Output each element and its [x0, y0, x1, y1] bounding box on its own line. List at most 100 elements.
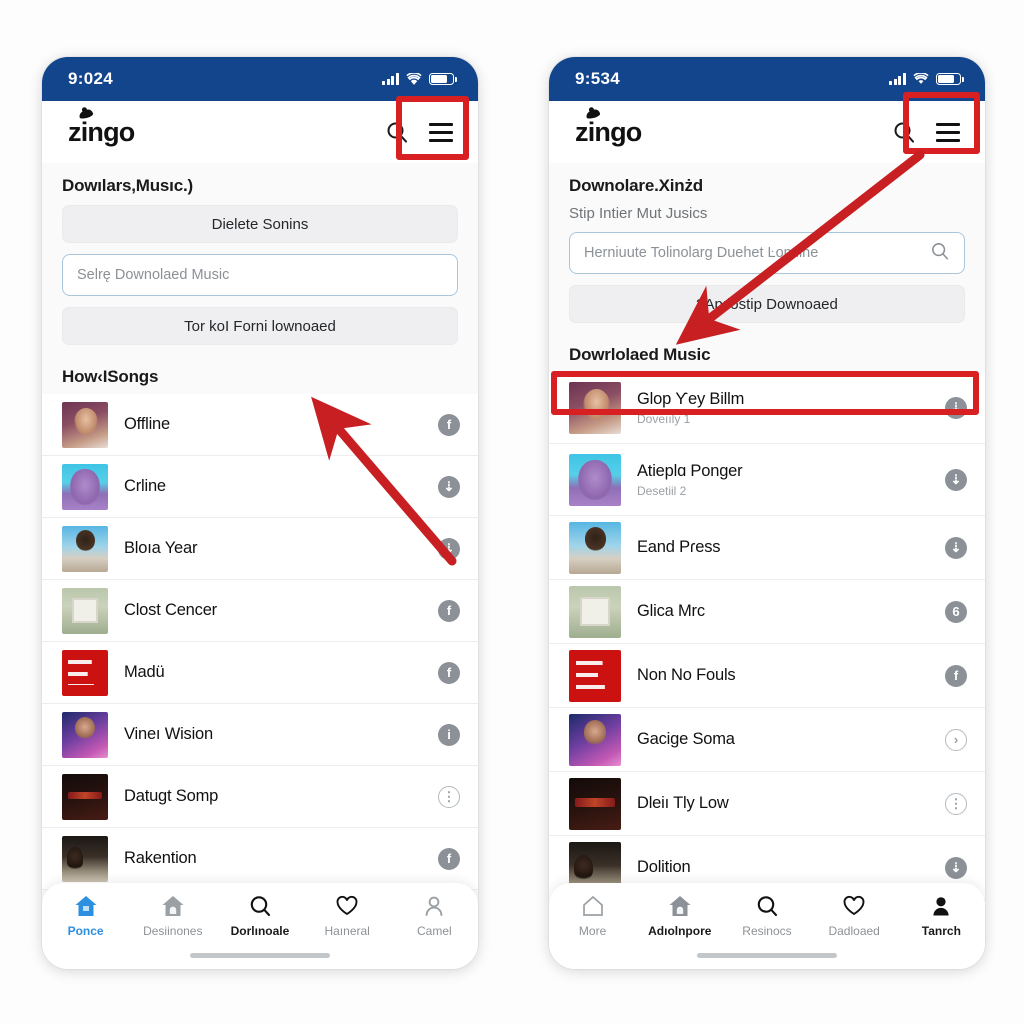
app-header-right: zingo: [549, 101, 985, 163]
facebook-share-icon[interactable]: f: [438, 413, 460, 436]
list-item[interactable]: Vineı Wision i: [42, 704, 478, 766]
tab-dadloaed[interactable]: Dadloaed: [815, 894, 893, 938]
home-outline-icon: [582, 895, 603, 916]
search-icon[interactable]: [930, 241, 950, 265]
download-icon[interactable]: ⇣: [945, 468, 967, 491]
song-title: Eand Pɾess: [637, 538, 721, 556]
phone-mockup-right: 9:534 zingo Downolare.Xinżd Stip Intier …: [549, 57, 985, 969]
cellular-signal-icon: [382, 73, 399, 85]
more-options-icon[interactable]: ⋮: [438, 785, 460, 808]
download-icon[interactable]: ⇣: [945, 396, 967, 419]
tab-account[interactable]: Camel: [395, 894, 473, 938]
song-title: Datugt Somp: [124, 787, 219, 805]
list-item[interactable]: Eand Pɾess ⇣: [549, 516, 985, 580]
search-icon[interactable]: [378, 113, 416, 151]
song-info: Datugt Somp: [124, 787, 422, 806]
list-item[interactable]: Glop Ƴey Billm Doveııly 1 ⇣: [549, 372, 985, 444]
tab-downloads[interactable]: Dorlınoale: [221, 894, 299, 938]
info-icon[interactable]: i: [438, 723, 460, 746]
stop-download-button[interactable]: ?Apılostip Downoaed: [569, 285, 965, 323]
bottom-tab-bar-right: More Adıolnpore Resinocs Dadloaed Tanrch: [549, 883, 985, 969]
facebook-share-icon[interactable]: f: [945, 664, 967, 687]
tab-label: Resinocs: [742, 924, 792, 938]
download-icon[interactable]: ⇣: [438, 537, 460, 560]
album-art-thumbnail: [569, 777, 621, 830]
list-item[interactable]: Dleiı Tly Low ⋮: [549, 772, 985, 836]
search-placeholder: Herniuute Tolinolarg Duehet Ŀomline: [584, 245, 819, 261]
chevron-right-icon[interactable]: ›: [945, 728, 967, 751]
format-download-button[interactable]: Tor koI Forni lownoaed: [62, 307, 458, 345]
hamburger-menu-icon[interactable]: [422, 113, 460, 151]
tab-label: Ponce: [67, 924, 104, 938]
album-art-thumbnail: [62, 711, 108, 758]
album-art-thumbnail: [569, 521, 621, 574]
facebook-share-icon[interactable]: f: [438, 847, 460, 870]
download-icon[interactable]: ⇣: [945, 536, 967, 559]
song-list-right: Glop Ƴey Billm Doveııly 1 ⇣ Atieplɑ Pong…: [549, 372, 985, 900]
song-info: Gacige Soma: [637, 730, 929, 749]
badge-icon[interactable]: 6: [945, 600, 967, 623]
phone-mockup-left: 9:024 zingo Dowılars,Musıc.) Dielete Son…: [42, 57, 478, 969]
wifi-icon: [406, 73, 422, 85]
album-art-thumbnail: [569, 585, 621, 638]
app-header-left: zingo: [42, 101, 478, 163]
heart-icon: [336, 895, 358, 916]
list-item[interactable]: Bloıa Year ⇣: [42, 518, 478, 580]
album-art-thumbnail: [569, 453, 621, 506]
list-item[interactable]: Offline f: [42, 394, 478, 456]
song-title: Vineı Wision: [124, 725, 214, 743]
search-icon: [757, 896, 778, 917]
home-filled-icon: [669, 896, 691, 916]
list-item[interactable]: Clost Cencer f: [42, 580, 478, 642]
song-info: Eand Pɾess: [637, 538, 929, 557]
home-filled-icon: [75, 896, 97, 916]
tab-adoinpore[interactable]: Adıolnpore: [641, 894, 719, 938]
list-item[interactable]: Madü f: [42, 642, 478, 704]
tab-label: Dadloaed: [828, 924, 880, 938]
brand-text: zingo: [68, 116, 135, 147]
song-title: Atieplɑ Ponger: [637, 461, 743, 480]
tab-label: Dorlınoale: [230, 924, 290, 938]
search-icon[interactable]: [885, 113, 923, 151]
delete-songs-button[interactable]: Dielete Sonins: [62, 205, 458, 243]
song-info: Rakention: [124, 849, 422, 868]
field-value: Selrę Downolaed Music: [77, 267, 230, 283]
tab-favourites[interactable]: Haıneral: [308, 894, 386, 938]
download-icon[interactable]: ⇣: [438, 475, 460, 498]
facebook-share-icon[interactable]: f: [438, 661, 460, 684]
song-title: Rakention: [124, 849, 197, 867]
tab-tanrch[interactable]: Tanrch: [902, 894, 980, 938]
album-art-thumbnail: [569, 649, 621, 702]
album-art-thumbnail: [62, 587, 108, 634]
tab-label: Camel: [417, 924, 452, 938]
search-icon: [250, 896, 271, 917]
list-item[interactable]: Datugt Somp ⋮: [42, 766, 478, 828]
select-downloaded-music-field[interactable]: Selrę Downolaed Music: [62, 254, 458, 296]
tab-destinations[interactable]: Desiinones: [134, 894, 212, 938]
tab-resinocs[interactable]: Resinocs: [728, 894, 806, 938]
album-art-thumbnail: [62, 401, 108, 448]
song-title: Glica Mrc: [637, 602, 705, 620]
more-options-icon[interactable]: ⋮: [945, 792, 967, 815]
song-info: Vineı Wision: [124, 725, 422, 744]
tab-more[interactable]: More: [554, 894, 632, 938]
bottom-tab-bar-left: Ponce Desiinones Dorlınoale Haıneral Cam…: [42, 883, 478, 969]
list-item[interactable]: Rakention f: [42, 828, 478, 890]
download-icon[interactable]: ⇣: [945, 856, 967, 879]
song-title: Crline: [124, 477, 166, 495]
hamburger-menu-icon[interactable]: [929, 113, 967, 151]
status-icons: [382, 72, 457, 86]
tab-home[interactable]: Ponce: [47, 894, 125, 938]
list-item[interactable]: Crline ⇣: [42, 456, 478, 518]
list-item[interactable]: Atieplɑ Ponger Desetiil 2 ⇣: [549, 444, 985, 516]
song-title: Glop Ƴey Billm: [637, 389, 745, 408]
content-left: Dowılars,Musıc.) Dielete Sonins Selrę Do…: [42, 163, 478, 969]
list-item[interactable]: Non No Fouls f: [549, 644, 985, 708]
list-item[interactable]: Glica Mrc 6: [549, 580, 985, 644]
song-subtitle: Desetiil 2: [637, 483, 687, 498]
song-title: Clost Cencer: [124, 601, 217, 619]
search-download-field[interactable]: Herniuute Tolinolarg Duehet Ŀomline: [569, 232, 965, 274]
heart-icon: [843, 895, 865, 916]
list-item[interactable]: Gacige Soma ›: [549, 708, 985, 772]
facebook-share-icon[interactable]: f: [438, 599, 460, 622]
